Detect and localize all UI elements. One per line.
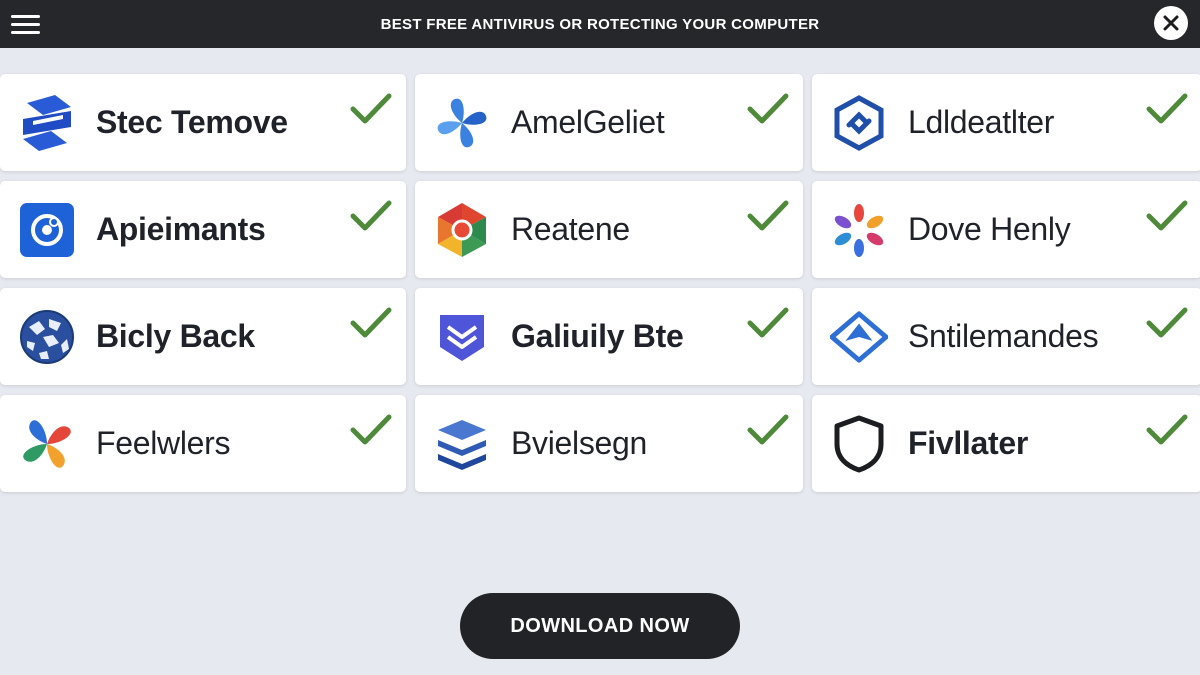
product-name: Bvielsegn [511,425,648,461]
check-icon [1146,93,1188,124]
blue-diamond-arrow-icon [830,308,888,366]
check-icon [1146,307,1188,338]
product-name: AmelGeliet [511,104,665,140]
product-name: Ldldeatlter [908,104,1055,140]
check-icon [350,200,392,231]
check-icon [350,414,392,445]
top-bar: BEST FREE ANTIVIRUS OR ROTECTING YOUR CO… [0,0,1200,48]
blue-s-shield-icon [18,94,76,152]
close-icon[interactable] [1154,6,1188,40]
product-card-reatene[interactable]: Reatene [415,181,803,278]
product-card-bvielsegn[interactable]: Bvielsegn [415,395,803,492]
product-name: Galiuily Bte [511,318,684,354]
black-shield-icon [830,415,888,473]
multicolor-flower-icon [18,415,76,473]
blue-layers-icon [433,415,491,473]
product-name: Dove Henly [908,211,1071,247]
blue-globe-icon [18,308,76,366]
purple-chevron-shield-icon [433,308,491,366]
product-name: Reatene [511,211,630,247]
check-icon [747,93,789,124]
product-card-sntilemandes[interactable]: Sntilemandes [812,288,1200,385]
product-card-feelwlers[interactable]: Feelwlers [0,395,406,492]
check-icon [350,307,392,338]
product-name: Sntilemandes [908,318,1099,354]
blue-hexagon-link-icon [830,94,888,152]
product-card-bicly-back[interactable]: Bicly Back [0,288,406,385]
product-name: Stec Temove [96,104,288,140]
product-card-apieimants[interactable]: Apieimants [0,181,406,278]
blue-target-square-icon [18,201,76,259]
product-card-fivllater[interactable]: Fivllater [812,395,1200,492]
page-title: BEST FREE ANTIVIRUS OR ROTECTING YOUR CO… [380,15,820,33]
multicolor-petals-icon [830,201,888,259]
product-card-dove-henly[interactable]: Dove Henly [812,181,1200,278]
product-card-amelgeliet[interactable]: AmelGeliet [415,74,803,171]
product-card-galiuily-bte[interactable]: Galiuily Bte [415,288,803,385]
antivirus-grid: Stec Temove AmelGeliet Ldldeatlter Apiei… [0,74,1200,492]
product-name: Bicly Back [96,318,255,354]
product-name: Fivllater [908,425,1029,461]
product-card-stec-temove[interactable]: Stec Temove [0,74,406,171]
product-card-ldldeatlter[interactable]: Ldldeatlter [812,74,1200,171]
check-icon [350,93,392,124]
hamburger-menu-icon[interactable] [8,6,44,42]
product-name: Apieimants [96,211,266,247]
check-icon [1146,414,1188,445]
check-icon [747,200,789,231]
check-icon [1146,200,1188,231]
blue-pinwheel-icon [433,94,491,152]
check-icon [747,307,789,338]
check-icon [747,414,789,445]
download-now-button[interactable]: DOWNLOAD NOW [460,593,740,659]
multicolor-hexagon-icon [433,201,491,259]
product-name: Feelwlers [96,425,231,461]
